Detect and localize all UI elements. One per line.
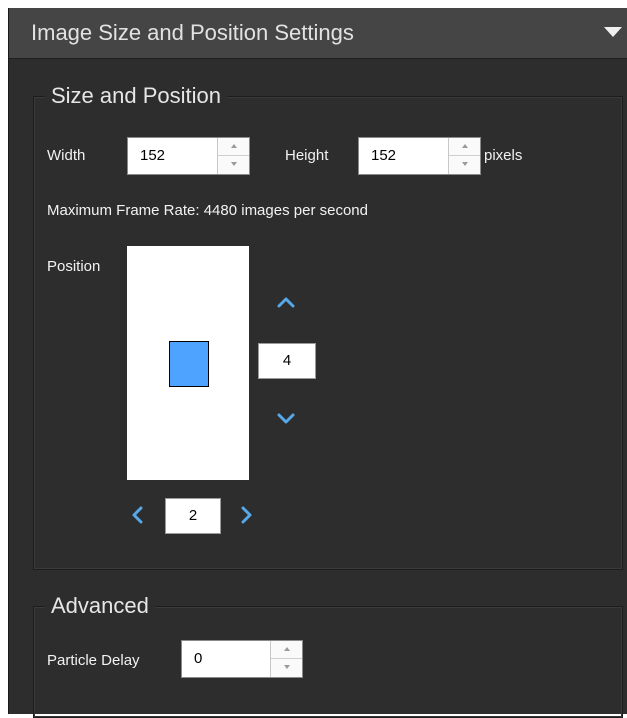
- position-marker[interactable]: [169, 341, 209, 387]
- arrow-up-icon: [284, 647, 290, 651]
- width-value: 152: [140, 147, 166, 164]
- particle-delay-value: 0: [194, 650, 203, 667]
- width-decrement-button[interactable]: [218, 156, 249, 173]
- width-label: Width: [47, 147, 86, 164]
- chevron-down-icon: [277, 413, 295, 424]
- height-spinbox[interactable]: 152: [358, 137, 481, 175]
- height-increment-button[interactable]: [449, 138, 480, 156]
- vertical-position-field[interactable]: 4: [258, 343, 316, 379]
- particle-delay-decrement-button[interactable]: [271, 659, 302, 676]
- position-label: Position: [47, 258, 101, 275]
- horizontal-position-field[interactable]: 2: [165, 498, 221, 534]
- particle-delay-spin-buttons: [270, 641, 302, 677]
- settings-panel: Image Size and Position Settings Size an…: [8, 8, 627, 718]
- chevron-up-icon: [277, 297, 295, 308]
- width-increment-button[interactable]: [218, 138, 249, 156]
- position-area[interactable]: [127, 246, 249, 480]
- caret-down-icon[interactable]: [604, 27, 622, 37]
- max-frame-rate-text: Maximum Frame Rate: 4480 images per seco…: [47, 202, 368, 219]
- height-value: 152: [371, 147, 397, 164]
- pixels-unit-label: pixels: [484, 147, 523, 164]
- chevron-left-icon: [132, 506, 143, 524]
- height-spin-buttons: [448, 138, 480, 174]
- panel-title: Image Size and Position Settings: [31, 20, 354, 45]
- particle-delay-spinbox[interactable]: 0: [181, 640, 303, 678]
- width-spin-buttons: [217, 138, 249, 174]
- arrow-down-icon: [462, 162, 468, 166]
- height-label: Height: [285, 147, 329, 164]
- vertical-position-value: 4: [282, 352, 292, 369]
- size-position-group: [33, 96, 623, 570]
- horizontal-position-value: 2: [188, 507, 198, 524]
- arrow-up-icon: [231, 144, 237, 148]
- panel-header[interactable]: Image Size and Position Settings: [9, 8, 627, 59]
- move-down-button[interactable]: [274, 406, 298, 430]
- arrow-down-icon: [231, 162, 237, 166]
- move-right-button[interactable]: [234, 503, 258, 527]
- width-spinbox[interactable]: 152: [127, 137, 250, 175]
- particle-delay-increment-button[interactable]: [271, 641, 302, 659]
- advanced-legend: Advanced: [45, 593, 155, 619]
- height-decrement-button[interactable]: [449, 156, 480, 173]
- arrow-down-icon: [284, 665, 290, 669]
- move-left-button[interactable]: [126, 503, 150, 527]
- arrow-up-icon: [462, 144, 468, 148]
- particle-delay-label: Particle Delay: [47, 652, 140, 669]
- chevron-right-icon: [241, 506, 252, 524]
- size-position-legend: Size and Position: [45, 83, 227, 109]
- move-up-button[interactable]: [274, 291, 298, 315]
